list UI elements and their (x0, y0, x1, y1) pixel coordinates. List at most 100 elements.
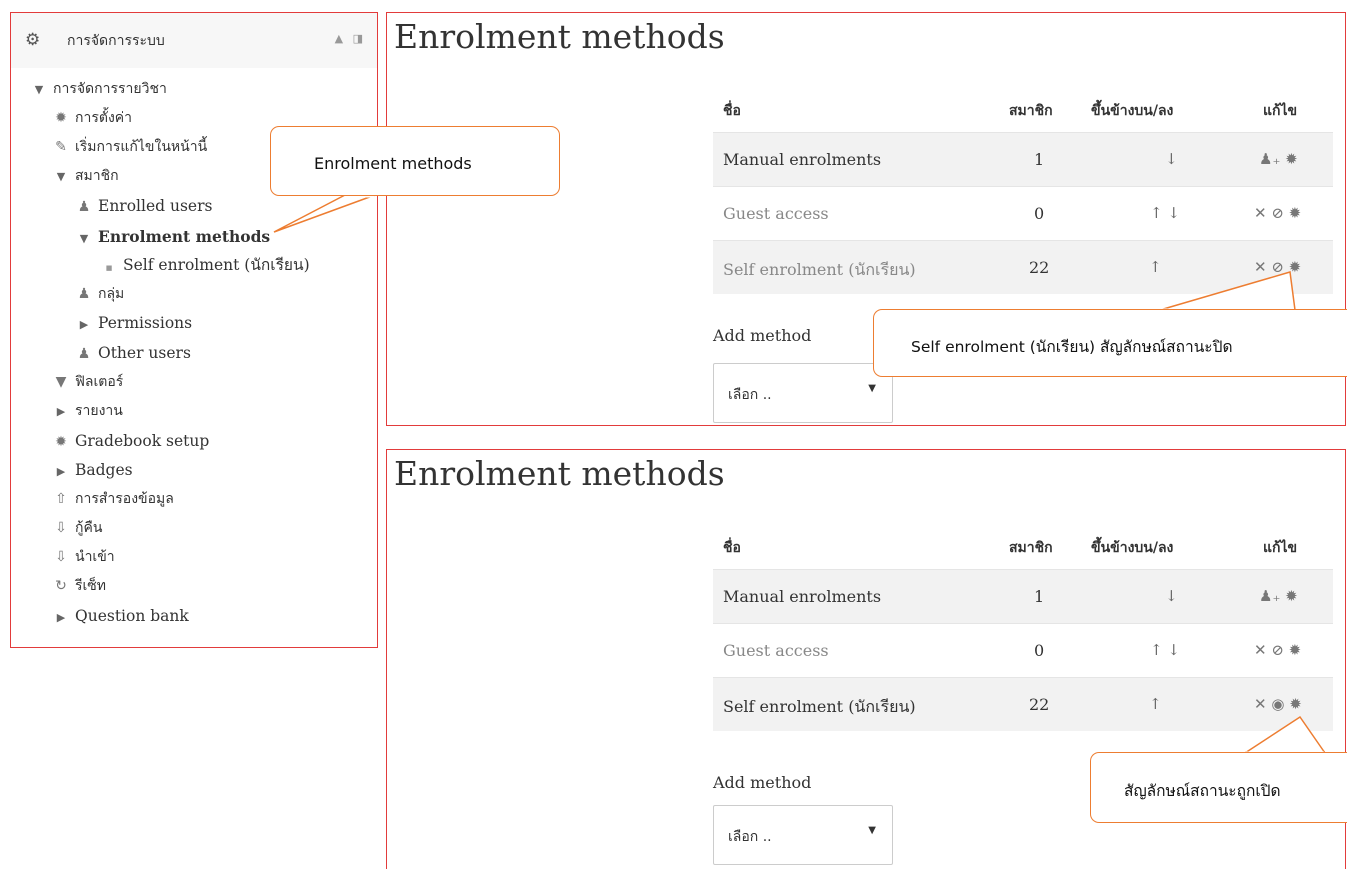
tree-item-reset[interactable]: ↻ รีเซ็ท (51, 572, 106, 601)
refresh-icon: ↻ (55, 578, 67, 594)
move-up-down-icons[interactable]: ↑ ↓ (1150, 641, 1180, 659)
row-edit-icons[interactable]: ✕ ⊘ ✹ (1254, 641, 1301, 659)
col-edit-header: แก้ไข (1263, 540, 1298, 556)
user-count: 22 (1029, 258, 1050, 277)
upload-icon: ⇧ (55, 491, 67, 507)
cogs-icon: ⚙ (25, 30, 41, 50)
table-row: Self enrolment (นักเรียน) 22 ↑ ✕ ⊘ ✹ (713, 240, 1333, 294)
method-name: Self enrolment (นักเรียน) (723, 697, 916, 716)
add-method-label: Add method (713, 326, 812, 345)
tree-item-filters[interactable]: ▼ ฟิลเตอร์ (51, 368, 124, 397)
row-edit-icons[interactable]: ✕ ⊘ ✹ (1254, 204, 1301, 222)
tree-item-enrolment-methods[interactable]: ▼ Enrolment methods (74, 222, 270, 251)
dock-icon[interactable]: ◨ (353, 32, 363, 45)
download-icon: ⇩ (55, 520, 67, 536)
user-count: 1 (1034, 150, 1045, 169)
tree-item-turn-editing-on[interactable]: ✎ เริ่มการแก้ไขในหน้านี้ (51, 133, 207, 162)
add-method-select[interactable]: เลือก .. ▼ (713, 363, 893, 423)
row-edit-icons[interactable]: ♟₊ ✹ (1259, 587, 1298, 605)
add-method-select[interactable]: เลือก .. ▼ (713, 805, 893, 865)
tree-item-gradebook-setup[interactable]: ✹ Gradebook setup (51, 427, 209, 456)
table-row: Manual enrolments 1 ↓ ♟₊ ✹ (713, 132, 1333, 186)
collapsed-arrow-icon: ▶ (56, 611, 66, 624)
callout-text: สัญลักษณ์สถานะถูกเปิด (1124, 782, 1281, 800)
method-name: Guest access (723, 641, 829, 660)
block-controls: ▲ ◨ (329, 32, 363, 45)
select-value: เลือก .. (728, 829, 772, 845)
tree-item-settings[interactable]: ✹ การตั้งค่า (51, 104, 132, 133)
col-updown-header: ขึ้นข้างบน/ลง (1091, 540, 1174, 556)
bullet-icon: ■ (105, 264, 113, 272)
col-edit-header: แก้ไข (1263, 103, 1298, 119)
block-header: ⚙ การจัดการระบบ ▲ ◨ (11, 13, 377, 68)
method-name: Manual enrolments (723, 150, 882, 169)
callout-text: Enrolment methods (314, 154, 472, 173)
callout-text: Self enrolment (นักเรียน) สัญลักษณ์สถานะ… (911, 338, 1233, 356)
enrolment-methods-table: ชื่อ สมาชิก ขึ้นข้างบน/ลง แก้ไข Manual e… (713, 523, 1333, 731)
row-edit-icons[interactable]: ♟₊ ✹ (1259, 150, 1298, 168)
tree-item-users[interactable]: ▼ สมาชิก (51, 162, 119, 191)
callout-enrolment-methods: Enrolment methods (270, 126, 560, 196)
table-row: Guest access 0 ↑ ↓ ✕ ⊘ ✹ (713, 623, 1333, 677)
tree-item-enrolled-users[interactable]: ♟ Enrolled users (74, 192, 213, 221)
col-name-header: ชื่อ (723, 103, 741, 119)
user-count: 0 (1034, 204, 1045, 223)
tree-item-question-bank[interactable]: ▶ Question bank (51, 602, 189, 631)
method-name: Self enrolment (นักเรียน) (723, 260, 916, 279)
table-header: ชื่อ สมาชิก ขึ้นข้างบน/ลง แก้ไข (713, 523, 1333, 569)
tree-item-backup[interactable]: ⇧ การสำรองข้อมูล (51, 485, 174, 514)
row-edit-icons[interactable]: ✕ ⊘ ✹ (1254, 258, 1301, 276)
collapsed-arrow-icon: ▶ (56, 465, 66, 478)
user-count: 22 (1029, 695, 1050, 714)
block-title: การจัดการระบบ (67, 33, 165, 49)
page-title: Enrolment methods (394, 17, 725, 56)
user-count: 0 (1034, 641, 1045, 660)
chevron-down-icon: ▼ (868, 383, 876, 394)
table-row: Self enrolment (นักเรียน) 22 ↑ ✕ ◉ ✹ (713, 677, 1333, 731)
tree-item-permissions[interactable]: ▶ Permissions (74, 309, 192, 338)
tree-item-other-users[interactable]: ♟ Other users (74, 339, 191, 368)
tree-item-course-admin[interactable]: ▼ การจัดการรายวิชา (29, 75, 167, 104)
tree-item-import[interactable]: ⇩ นำเข้า (51, 543, 115, 572)
gear-icon: ✹ (55, 434, 67, 450)
move-up-icon[interactable]: ↑ (1149, 258, 1162, 276)
download-icon: ⇩ (55, 549, 67, 565)
move-up-icon[interactable]: ↑ (1149, 695, 1162, 713)
user-icon: ♟ (77, 199, 91, 215)
collapsed-arrow-icon: ▶ (79, 318, 89, 331)
table-row: Guest access 0 ↑ ↓ ✕ ⊘ ✹ (713, 186, 1333, 240)
filter-icon: ▼ (55, 374, 67, 390)
tree-item-badges[interactable]: ▶ Badges (51, 456, 133, 485)
chevron-down-icon: ▼ (868, 825, 876, 836)
collapse-icon[interactable]: ▲ (335, 32, 343, 45)
callout-closed-status: Self enrolment (นักเรียน) สัญลักษณ์สถานะ… (873, 309, 1347, 377)
tree-item-self-enrolment[interactable]: ■ Self enrolment (นักเรียน) (99, 251, 310, 280)
method-name: Manual enrolments (723, 587, 882, 606)
page-title: Enrolment methods (394, 454, 725, 493)
table-row: Manual enrolments 1 ↓ ♟₊ ✹ (713, 569, 1333, 623)
col-name-header: ชื่อ (723, 540, 741, 556)
tree-item-restore[interactable]: ⇩ กู้คืน (51, 514, 102, 543)
move-down-icon[interactable]: ↓ (1165, 150, 1178, 168)
collapsed-arrow-icon: ▶ (56, 405, 66, 418)
user-icon: ♟ (77, 346, 91, 362)
move-down-icon[interactable]: ↓ (1165, 587, 1178, 605)
expanded-arrow-icon: ▼ (34, 83, 44, 96)
col-updown-header: ขึ้นข้างบน/ลง (1091, 103, 1174, 119)
admin-block: ⚙ การจัดการระบบ ▲ ◨ ▼ การจัดการรายวิชา ✹ ก… (10, 12, 378, 648)
select-value: เลือก .. (728, 387, 772, 403)
pencil-icon: ✎ (55, 139, 67, 155)
add-method-label: Add method (713, 773, 812, 792)
table-header: ชื่อ สมาชิก ขึ้นข้างบน/ลง แก้ไข (713, 86, 1333, 132)
group-icon: ♟ (77, 286, 91, 302)
tree-item-reports[interactable]: ▶ รายงาน (51, 397, 123, 426)
col-users-header: สมาชิก (1009, 103, 1053, 119)
callout-opened-status: สัญลักษณ์สถานะถูกเปิด (1090, 752, 1347, 823)
gear-icon: ✹ (55, 110, 67, 126)
row-edit-icons[interactable]: ✕ ◉ ✹ (1254, 695, 1302, 713)
method-name: Guest access (723, 204, 829, 223)
move-up-down-icons[interactable]: ↑ ↓ (1150, 204, 1180, 222)
tree-item-groups[interactable]: ♟ กลุ่ม (74, 280, 125, 309)
expanded-arrow-icon: ▼ (56, 170, 66, 183)
expanded-arrow-icon: ▼ (79, 232, 89, 245)
